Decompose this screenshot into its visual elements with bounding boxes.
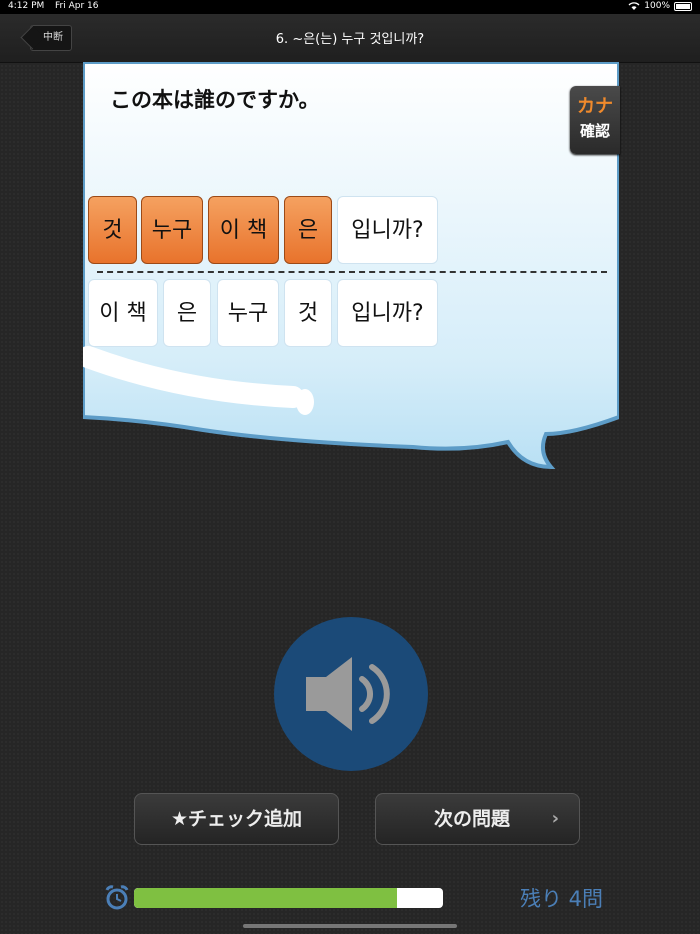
kana-check-line2: 確認 bbox=[579, 122, 610, 140]
speaker-icon bbox=[306, 657, 390, 731]
battery-icon bbox=[674, 1, 692, 11]
kana-check-line1: カナ bbox=[577, 96, 613, 117]
choice-tile[interactable]: 누구 bbox=[217, 279, 279, 347]
home-indicator[interactable] bbox=[243, 924, 457, 928]
choice-tile[interactable]: 것 bbox=[284, 279, 332, 347]
choice-tile[interactable]: 이 책 bbox=[88, 279, 158, 347]
remaining-count: 残り 4問 bbox=[520, 887, 604, 911]
kana-check-button[interactable]: カナ 確認 bbox=[570, 86, 620, 154]
add-check-button[interactable]: ★チェック追加 bbox=[134, 793, 339, 845]
chevron-right-icon: › bbox=[551, 808, 559, 829]
status-time: 4:12 PM bbox=[8, 1, 45, 11]
alarm-clock-icon bbox=[105, 885, 129, 910]
question-text: この本は誰のですか。 bbox=[110, 88, 320, 112]
nav-bar: 中断 6. ~은(는) 누구 것입니까? bbox=[0, 14, 700, 63]
wifi-icon bbox=[628, 2, 640, 10]
battery-percent: 100% bbox=[644, 1, 670, 11]
status-bar: 4:12 PM Fri Apr 16 100% bbox=[0, 0, 700, 14]
status-right: 100% bbox=[628, 1, 692, 11]
progress-fill bbox=[134, 888, 397, 908]
choice-tile[interactable]: 입니까? bbox=[337, 279, 438, 347]
play-audio-button[interactable] bbox=[274, 617, 428, 771]
divider bbox=[97, 271, 607, 273]
progress-bar bbox=[134, 888, 443, 908]
answer-tile[interactable]: 이 책 bbox=[208, 196, 279, 264]
answer-tile[interactable]: 입니까? bbox=[337, 196, 438, 264]
page-title: 6. ~은(는) 누구 것입니까? bbox=[275, 32, 425, 47]
answer-tile[interactable]: 누구 bbox=[141, 196, 203, 264]
answer-tile[interactable]: 것 bbox=[88, 196, 137, 264]
choice-tile[interactable]: 은 bbox=[163, 279, 211, 347]
next-question-button[interactable]: 次の問題 › bbox=[375, 793, 580, 845]
status-date: Fri Apr 16 bbox=[55, 1, 99, 11]
next-question-label: 次の問題 bbox=[434, 808, 511, 830]
answer-tile[interactable]: 은 bbox=[284, 196, 332, 264]
